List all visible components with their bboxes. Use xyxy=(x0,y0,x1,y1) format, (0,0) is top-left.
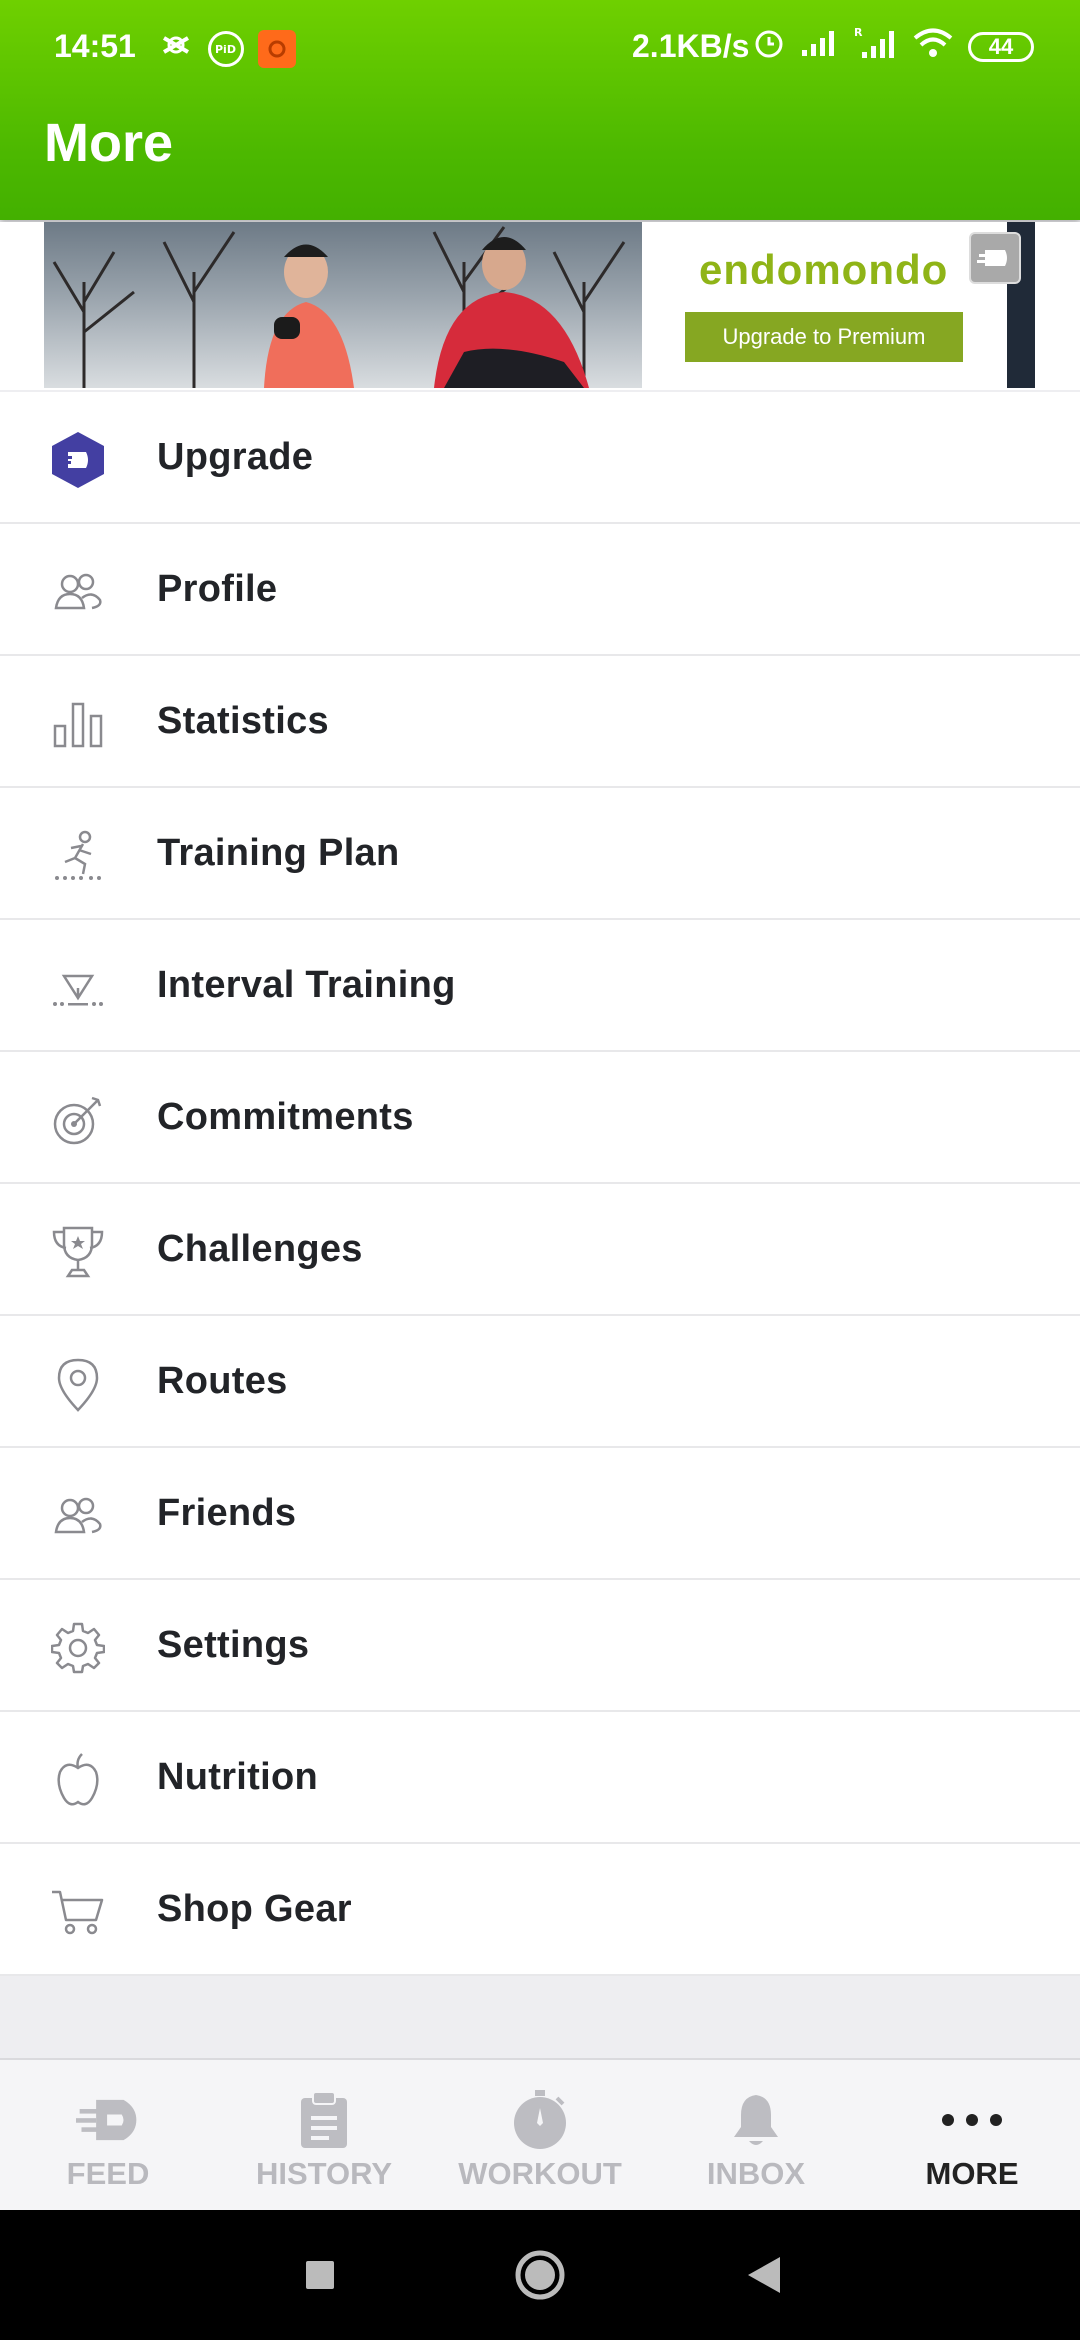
runner-icon xyxy=(48,826,108,886)
tab-history[interactable]: HISTORY xyxy=(216,2060,432,2210)
ad-badge-icon xyxy=(969,232,1021,284)
notification-pid-icon: PiD xyxy=(208,31,244,67)
signal-icon xyxy=(800,28,840,66)
notification-icons: PiD xyxy=(158,30,296,68)
menu-item-upgrade[interactable]: Upgrade xyxy=(0,392,1080,524)
tab-feed-label: FEED xyxy=(66,2156,150,2191)
premium-banner-container: endomondo Upgrade to Premium xyxy=(0,222,1080,390)
menu-label-shop-gear: Shop Gear xyxy=(157,1887,352,1930)
battery-indicator: 44 xyxy=(968,32,1034,62)
menu-item-profile[interactable]: Profile xyxy=(0,524,1080,656)
page-title: More xyxy=(44,113,174,173)
menu-item-friends[interactable]: Friends xyxy=(0,1448,1080,1580)
banner-runners-photo xyxy=(44,222,642,388)
tab-feed[interactable]: FEED xyxy=(0,2060,216,2210)
home-button[interactable] xyxy=(508,2210,572,2340)
clipboard-icon xyxy=(292,2088,356,2152)
menu-item-nutrition[interactable]: Nutrition xyxy=(0,1712,1080,1844)
profile-icon xyxy=(48,562,108,622)
tab-inbox[interactable]: INBOX xyxy=(648,2060,864,2210)
apple-icon xyxy=(48,1750,108,1810)
premium-banner[interactable]: endomondo Upgrade to Premium xyxy=(44,222,1035,388)
notification-app-icon xyxy=(158,30,194,68)
menu-item-statistics[interactable]: Statistics xyxy=(0,656,1080,788)
tab-workout-label: WORKOUT xyxy=(458,2156,622,2191)
endomondo-logo: endomondo xyxy=(699,246,949,293)
status-bar: 14:51 PiD 2.1KB/s R 44 xyxy=(0,0,1080,96)
svg-text:R: R xyxy=(854,26,863,39)
upgrade-to-premium-button[interactable]: Upgrade to Premium xyxy=(685,312,963,362)
target-icon xyxy=(48,1090,108,1150)
menu-label-upgrade: Upgrade xyxy=(157,435,314,478)
menu-label-nutrition: Nutrition xyxy=(157,1755,318,1798)
tab-more[interactable]: MORE xyxy=(864,2060,1080,2210)
more-dots-icon xyxy=(940,2088,1004,2152)
menu-label-statistics: Statistics xyxy=(157,699,329,742)
svg-text:PiD: PiD xyxy=(215,43,236,56)
system-navigation-bar xyxy=(0,2210,1080,2340)
trophy-icon xyxy=(48,1222,108,1282)
interval-icon xyxy=(48,958,108,1018)
stopwatch-icon xyxy=(508,2088,572,2152)
location-pin-icon xyxy=(48,1354,108,1414)
status-time: 14:51 xyxy=(54,28,136,64)
bar-chart-icon xyxy=(48,694,108,754)
menu-item-shop-gear[interactable]: Shop Gear xyxy=(0,1844,1080,1976)
cart-icon xyxy=(48,1882,108,1942)
back-button[interactable] xyxy=(736,2210,792,2340)
menu-item-interval-training[interactable]: Interval Training xyxy=(0,920,1080,1052)
menu-label-routes: Routes xyxy=(157,1359,288,1402)
menu-label-training-plan: Training Plan xyxy=(157,831,400,874)
bottom-navigation: FEED HISTORY WORKOUT INBOX MORE xyxy=(0,2058,1080,2210)
tab-more-label: MORE xyxy=(925,2156,1019,2191)
network-speed: 2.1KB/s xyxy=(632,28,750,64)
upgrade-hex-icon xyxy=(48,430,108,490)
tab-history-label: HISTORY xyxy=(255,2156,393,2191)
menu-label-profile: Profile xyxy=(157,567,278,610)
tab-inbox-label: INBOX xyxy=(706,2156,806,2191)
menu-item-commitments[interactable]: Commitments xyxy=(0,1052,1080,1184)
menu-label-friends: Friends xyxy=(157,1491,297,1534)
menu-item-routes[interactable]: Routes xyxy=(0,1316,1080,1448)
system-status-icons: R 44 xyxy=(752,26,1034,68)
feed-icon xyxy=(76,2088,140,2152)
menu-label-challenges: Challenges xyxy=(157,1227,363,1270)
menu-label-interval-training: Interval Training xyxy=(157,963,456,1006)
notification-orange-app-icon xyxy=(258,30,296,68)
friends-icon xyxy=(48,1486,108,1546)
gear-icon xyxy=(48,1618,108,1678)
bell-icon xyxy=(724,2088,788,2152)
recent-apps-button[interactable] xyxy=(290,2210,350,2340)
app-header: 14:51 PiD 2.1KB/s R 44 More xyxy=(0,0,1080,220)
menu-item-training-plan[interactable]: Training Plan xyxy=(0,788,1080,920)
menu-item-challenges[interactable]: Challenges xyxy=(0,1184,1080,1316)
more-menu: Upgrade Profile Statistics Training Plan… xyxy=(0,392,1080,1976)
wifi-icon xyxy=(912,27,954,67)
menu-item-settings[interactable]: Settings xyxy=(0,1580,1080,1712)
menu-label-commitments: Commitments xyxy=(157,1095,414,1138)
signal-roaming-icon: R xyxy=(854,26,898,68)
menu-label-settings: Settings xyxy=(157,1623,310,1666)
tab-workout[interactable]: WORKOUT xyxy=(432,2060,648,2210)
alarm-icon xyxy=(752,26,786,68)
